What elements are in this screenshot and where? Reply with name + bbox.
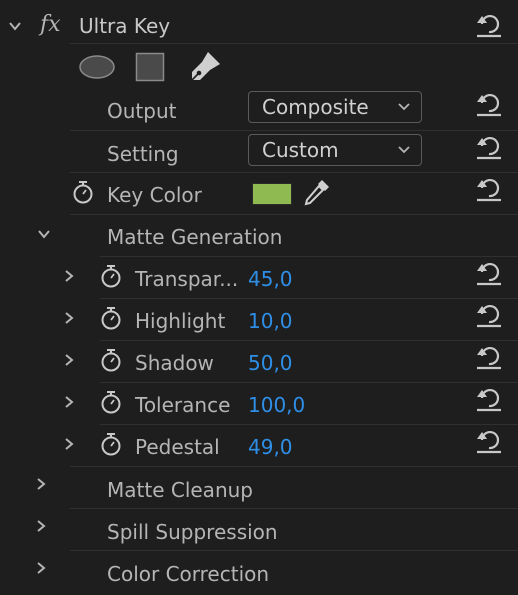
output-row: Output Composite <box>0 88 518 130</box>
chevron-down-icon[interactable] <box>37 227 51 241</box>
param-label: Pedestal <box>135 435 220 459</box>
stopwatch-icon[interactable] <box>100 432 122 456</box>
section-label: Color Correction <box>107 562 270 586</box>
eyedropper-icon[interactable] <box>302 177 332 209</box>
param-row-highlight: Highlight 10,0 <box>0 299 518 341</box>
param-value[interactable]: 100,0 <box>248 393 305 417</box>
chevron-right-icon[interactable] <box>34 477 48 491</box>
reset-icon[interactable] <box>475 11 503 39</box>
param-value[interactable]: 45,0 <box>248 267 293 291</box>
pen-mask-icon[interactable] <box>188 50 222 84</box>
param-value[interactable]: 10,0 <box>248 309 293 333</box>
effect-title: Ultra Key <box>79 14 171 38</box>
chevron-right-icon[interactable] <box>62 395 76 409</box>
spill-suppression-section[interactable]: Spill Suppression <box>0 509 518 551</box>
reset-icon[interactable] <box>475 133 503 161</box>
chevron-down-icon[interactable] <box>8 19 22 33</box>
reset-icon[interactable] <box>475 385 503 413</box>
chevron-right-icon[interactable] <box>62 353 76 367</box>
setting-row: Setting Custom <box>0 131 518 173</box>
param-label: Tolerance <box>135 393 231 417</box>
param-row-tolerance: Tolerance 100,0 <box>0 383 518 425</box>
color-correction-section[interactable]: Color Correction <box>0 551 518 593</box>
setting-dropdown[interactable]: Custom <box>248 134 422 166</box>
reset-icon[interactable] <box>475 343 503 371</box>
section-label: Matte Cleanup <box>107 478 253 502</box>
param-row-pedestal: Pedestal 49,0 <box>0 425 518 467</box>
matte-generation-label: Matte Generation <box>107 225 283 249</box>
section-label: Spill Suppression <box>107 520 278 544</box>
param-row-shadow: Shadow 50,0 <box>0 341 518 383</box>
output-value: Composite <box>262 95 369 119</box>
chevron-right-icon[interactable] <box>62 311 76 325</box>
stopwatch-icon[interactable] <box>100 348 122 372</box>
chevron-right-icon[interactable] <box>62 269 76 283</box>
param-value[interactable]: 49,0 <box>248 435 293 459</box>
chevron-right-icon[interactable] <box>34 561 48 575</box>
reset-icon[interactable] <box>475 427 503 455</box>
key-color-swatch[interactable] <box>252 183 292 205</box>
effect-header: fx Ultra Key <box>0 5 518 47</box>
param-label: Shadow <box>135 351 214 375</box>
param-label: Highlight <box>135 309 226 333</box>
chevron-down-icon <box>398 103 410 111</box>
reset-icon[interactable] <box>475 259 503 287</box>
reset-icon[interactable] <box>475 301 503 329</box>
ellipse-mask-icon[interactable] <box>78 54 116 80</box>
stopwatch-icon[interactable] <box>72 180 94 204</box>
reset-icon[interactable] <box>475 175 503 203</box>
setting-label: Setting <box>107 142 179 166</box>
param-value[interactable]: 50,0 <box>248 351 293 375</box>
matte-generation-section[interactable]: Matte Generation <box>0 215 518 257</box>
output-dropdown[interactable]: Composite <box>248 91 422 123</box>
chevron-down-icon <box>398 146 410 154</box>
output-label: Output <box>107 99 177 123</box>
key-color-row: Key Color <box>0 173 518 215</box>
fx-badge[interactable]: fx <box>40 13 61 37</box>
chevron-right-icon[interactable] <box>62 437 76 451</box>
param-row-transparency: Transpar... 45,0 <box>0 257 518 299</box>
reset-icon[interactable] <box>475 90 503 118</box>
param-label: Transpar... <box>135 267 239 291</box>
stopwatch-icon[interactable] <box>100 306 122 330</box>
mask-tools-row <box>0 46 518 88</box>
setting-value: Custom <box>262 138 339 162</box>
chevron-right-icon[interactable] <box>34 519 48 533</box>
stopwatch-icon[interactable] <box>100 390 122 414</box>
matte-cleanup-section[interactable]: Matte Cleanup <box>0 467 518 509</box>
key-color-label: Key Color <box>107 183 202 207</box>
stopwatch-icon[interactable] <box>100 264 122 288</box>
rectangle-mask-icon[interactable] <box>135 52 165 82</box>
